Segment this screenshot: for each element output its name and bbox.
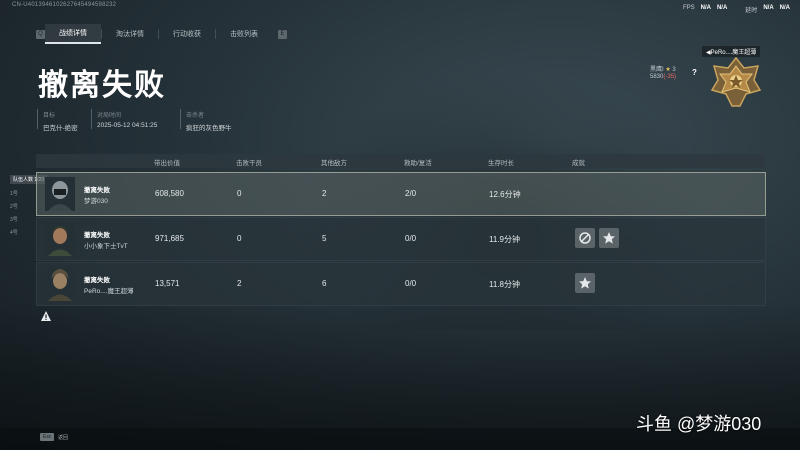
- latency-label: 延时: [745, 8, 758, 14]
- session-id: CN-U4013946102627645494598232: [12, 2, 117, 8]
- fps-value-2: N/A: [716, 5, 728, 11]
- rank-tier: 黑鹰I ★ 3: [650, 64, 676, 73]
- col-header-survival: 生存时长: [488, 160, 514, 167]
- meta-target-label: 目标: [43, 113, 56, 119]
- star-medal-icon[interactable]: [599, 228, 619, 248]
- row-achievements: [575, 228, 619, 248]
- avatar: [45, 222, 75, 256]
- rank-tier-label: 黑鹰I: [650, 67, 664, 73]
- row-value: 608,580: [155, 189, 184, 198]
- tab-kill-list[interactable]: 击败列表: [216, 25, 272, 43]
- meta-target-value: 巴克什-绝密: [43, 125, 78, 132]
- row-survival: 12.6分钟: [489, 190, 521, 199]
- tab-next-key[interactable]: E: [278, 29, 287, 39]
- avatar: [45, 177, 75, 211]
- rank-panel: ◀PeRo....魔王超薄 黑鹰I ★ 3 5830(-35) ?: [648, 46, 798, 107]
- meta-divider: [180, 109, 181, 129]
- row-kills: 0: [237, 234, 242, 243]
- fps-value: N/A: [700, 5, 711, 11]
- star-medal-icon[interactable]: [575, 273, 595, 293]
- meta-divider: [37, 109, 38, 129]
- col-header-value: 带出价值: [154, 160, 180, 167]
- meta-time-value: 2025-05-12 04:51:25: [97, 122, 158, 129]
- star-icon: ★: [665, 67, 671, 73]
- row-others: 5: [322, 234, 327, 243]
- rank-help-icon[interactable]: ?: [692, 68, 697, 77]
- row-value: 971,685: [155, 234, 184, 243]
- table-row[interactable]: 撤离失败 小小象下士TvT 971,685 0 5 0/0 11.9分钟: [36, 217, 766, 261]
- meta-divider: [91, 109, 92, 129]
- row-status: 撤离失败: [84, 187, 110, 194]
- table-header: 带出价值 击败干员 其他敌方 救助/复活 生存时长 成就: [36, 154, 764, 168]
- col-header-kills: 击败干员: [236, 160, 262, 167]
- row-revive: 0/0: [405, 234, 417, 243]
- tab-bar: Q 战绩详情 淘汰详情 行动收获 击败列表 E: [36, 24, 287, 44]
- row-survival: 11.9分钟: [489, 235, 520, 244]
- row-revive: 2/0: [405, 189, 417, 198]
- rank-score: 5830(-35): [650, 74, 676, 80]
- row-others: 2: [322, 189, 327, 198]
- table-row[interactable]: 撤离失败 梦游030 608,580 0 2 2/0 12.6分钟: [36, 172, 766, 216]
- col-header-achievements: 成就: [572, 160, 585, 167]
- row-kills: 0: [237, 189, 242, 198]
- meta-target: 目标 巴克什-绝密: [43, 110, 78, 132]
- row-status: 撤离失败: [84, 232, 110, 239]
- row-achievements: [575, 273, 595, 293]
- meta-killer-value: 疯狂的灰色野牛: [186, 125, 232, 132]
- meta-killer-label: 击杀者: [186, 113, 205, 119]
- table-row[interactable]: 撤离失败 PeRo....魔王超薄 13,571 2 6 0/0 11.8分钟: [36, 262, 766, 306]
- latency-value-2: N/A: [779, 5, 790, 11]
- tab-prev-key[interactable]: Q: [36, 29, 45, 39]
- tab-elimination-details[interactable]: 淘汰详情: [102, 25, 158, 43]
- esc-key[interactable]: Esc: [40, 433, 55, 441]
- fps-label: FPS: [682, 5, 695, 11]
- rank-stars: 3: [672, 67, 676, 73]
- warning-icon[interactable]: [40, 310, 52, 322]
- row-value: 13,571: [155, 279, 180, 288]
- stream-watermark: 斗鱼 @梦游030: [636, 414, 762, 434]
- col-header-others: 其他敌方: [321, 160, 347, 167]
- perf-stats: FPS N/A N/A 延时 N/A N/A: [683, 5, 790, 14]
- row-player-name: PeRo....魔王超薄: [84, 288, 134, 295]
- avatar: [45, 267, 75, 301]
- tab-operation-rewards[interactable]: 行动收获: [159, 25, 215, 43]
- row-others: 6: [322, 279, 327, 288]
- row-kills: 2: [237, 279, 242, 288]
- tab-battle-details[interactable]: 战绩详情: [45, 24, 101, 44]
- rank-score-delta: (-35): [663, 74, 677, 80]
- row-revive: 0/0: [405, 279, 417, 288]
- back-label[interactable]: 返回: [58, 434, 68, 441]
- result-title: 撤离失败: [38, 69, 166, 102]
- row-survival: 11.8分钟: [489, 280, 520, 289]
- rank-badge-icon: [710, 56, 762, 107]
- row-status: 撤离失败: [84, 277, 110, 284]
- meta-time-label: 对局时间: [97, 113, 122, 119]
- row-player-name: 梦游030: [84, 198, 108, 205]
- meta-time: 对局时间 2025-05-12 04:51:25: [97, 110, 157, 129]
- compass-medal-icon[interactable]: [575, 228, 595, 248]
- col-header-revive: 救助/复活: [404, 160, 432, 167]
- rank-score-value: 5830: [650, 74, 664, 80]
- row-player-name: 小小象下士TvT: [84, 243, 128, 250]
- latency-value: N/A: [763, 5, 774, 11]
- meta-killer: 击杀者 疯狂的灰色野牛: [186, 110, 232, 132]
